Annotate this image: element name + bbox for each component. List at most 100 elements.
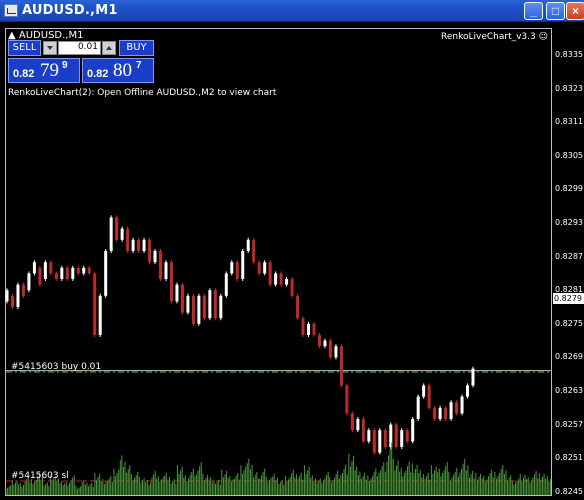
candle-body bbox=[213, 290, 217, 319]
candle-body bbox=[317, 335, 321, 347]
candle-body bbox=[104, 251, 108, 296]
candle-body bbox=[175, 284, 179, 302]
candle-body bbox=[246, 239, 250, 251]
candle-body bbox=[49, 262, 53, 274]
candle-body bbox=[159, 251, 163, 279]
sell-button[interactable]: SELL bbox=[8, 40, 41, 56]
sell-price-fraction: 9 bbox=[62, 60, 68, 71]
lot-decrease-button[interactable] bbox=[43, 41, 57, 55]
price-axis-label: 0.8263 bbox=[555, 386, 583, 395]
candle-body bbox=[460, 396, 464, 414]
candle-body bbox=[115, 217, 119, 240]
title-bar[interactable]: AUDUSD.,M1 _ □ × bbox=[0, 0, 584, 22]
candle-body bbox=[10, 295, 14, 307]
terminal-window: AUDUSD.,M1 _ □ × ▲ AUDUSD.,M1 RenkoLiveC… bbox=[0, 0, 584, 500]
candle-body bbox=[82, 267, 86, 274]
candle-body bbox=[290, 279, 294, 296]
lot-increase-button[interactable] bbox=[102, 41, 116, 55]
candle-body bbox=[5, 290, 9, 302]
price-axis-label: 0.8293 bbox=[555, 218, 583, 227]
candle-body bbox=[263, 262, 267, 274]
candle-body bbox=[466, 385, 470, 397]
candle-body bbox=[60, 267, 64, 279]
indicator-label: RenkoLiveChart_v3.3 ☺ bbox=[441, 32, 548, 42]
candle-body bbox=[224, 273, 228, 296]
candle-body bbox=[400, 430, 404, 447]
candle-body bbox=[274, 273, 278, 285]
candle-body bbox=[65, 267, 69, 279]
lot-size-input[interactable]: 0.01 bbox=[58, 41, 101, 55]
candle-body bbox=[71, 267, 75, 279]
candle-body bbox=[54, 273, 58, 279]
price-axis-label: 0.8311 bbox=[555, 117, 583, 127]
candle-body bbox=[416, 396, 420, 419]
candle-body bbox=[230, 262, 234, 274]
price-axis-label: 0.8275 bbox=[555, 318, 583, 328]
candle-body bbox=[93, 273, 97, 335]
price-axis-label: 0.8335 bbox=[555, 50, 583, 59]
candle-body bbox=[296, 295, 300, 319]
candle-body bbox=[339, 346, 343, 386]
sell-price-pips: 79 bbox=[40, 60, 59, 81]
candle-body bbox=[126, 228, 130, 251]
candle-body bbox=[120, 228, 124, 240]
candle-body bbox=[180, 284, 184, 313]
candle-body bbox=[235, 262, 239, 279]
candle-body bbox=[307, 323, 311, 335]
candle-body bbox=[422, 385, 426, 397]
candle-body bbox=[137, 239, 141, 251]
sell-price-box[interactable]: 0.82 79 9 bbox=[8, 58, 80, 83]
candle-body bbox=[383, 430, 387, 447]
candle-body bbox=[169, 262, 173, 302]
candle-body bbox=[208, 290, 212, 319]
candle-body bbox=[279, 273, 283, 285]
buy-price-box[interactable]: 0.82 80 7 bbox=[82, 58, 154, 83]
price-axis-label: 0.8257 bbox=[555, 419, 583, 429]
candle-body bbox=[98, 295, 102, 335]
candle-body bbox=[241, 251, 245, 279]
price-axis-label: 0.8287 bbox=[555, 251, 583, 261]
buy-price-fraction: 7 bbox=[136, 60, 142, 71]
candle-body bbox=[405, 430, 409, 442]
price-axis-label: 0.8305 bbox=[555, 150, 583, 160]
candle-body bbox=[191, 295, 195, 324]
candle-body bbox=[323, 340, 327, 347]
candle-body bbox=[16, 284, 20, 307]
buy-button[interactable]: BUY bbox=[119, 40, 154, 56]
maximize-icon: □ bbox=[551, 4, 560, 18]
indicator-info-text: RenkoLiveChart(2): Open Offline AUDUSD.,… bbox=[8, 88, 277, 98]
candle-body bbox=[109, 217, 113, 251]
candle-body bbox=[471, 368, 475, 386]
buy-price-pips: 80 bbox=[113, 60, 132, 81]
candle-body bbox=[394, 424, 398, 447]
candle-body bbox=[76, 267, 80, 274]
candle-body bbox=[361, 419, 365, 442]
buy-price-prefix: 0.82 bbox=[87, 68, 109, 80]
candle-body bbox=[444, 407, 448, 419]
window-title: AUDUSD.,M1 bbox=[22, 3, 118, 18]
maximize-button[interactable]: □ bbox=[546, 2, 565, 20]
candle-body bbox=[186, 295, 190, 313]
close-button[interactable]: × bbox=[566, 2, 584, 20]
candle-body bbox=[252, 239, 256, 263]
candle-body bbox=[27, 273, 31, 291]
candle-body bbox=[334, 346, 338, 358]
price-axis-label: 0.8251 bbox=[555, 453, 583, 463]
candle-body bbox=[153, 251, 157, 263]
price-axis-label: 0.8245 bbox=[555, 486, 583, 496]
candle-body bbox=[32, 262, 36, 274]
price-axis-label: 0.8299 bbox=[555, 184, 583, 194]
stop-loss-label: #5415603 sl bbox=[11, 471, 69, 481]
candle-body bbox=[372, 430, 376, 453]
candle-body bbox=[312, 323, 316, 335]
candle-body bbox=[131, 239, 135, 251]
price-axis-label: 0.8269 bbox=[555, 352, 583, 362]
candle-body bbox=[438, 407, 442, 419]
minimize-button[interactable]: _ bbox=[524, 2, 543, 20]
candle-body bbox=[455, 402, 459, 414]
candle-body bbox=[301, 318, 305, 335]
candle-body bbox=[345, 385, 349, 414]
candle-body bbox=[328, 340, 332, 358]
price-axis-label: 0.8323 bbox=[555, 83, 583, 93]
candle-body bbox=[257, 262, 261, 274]
